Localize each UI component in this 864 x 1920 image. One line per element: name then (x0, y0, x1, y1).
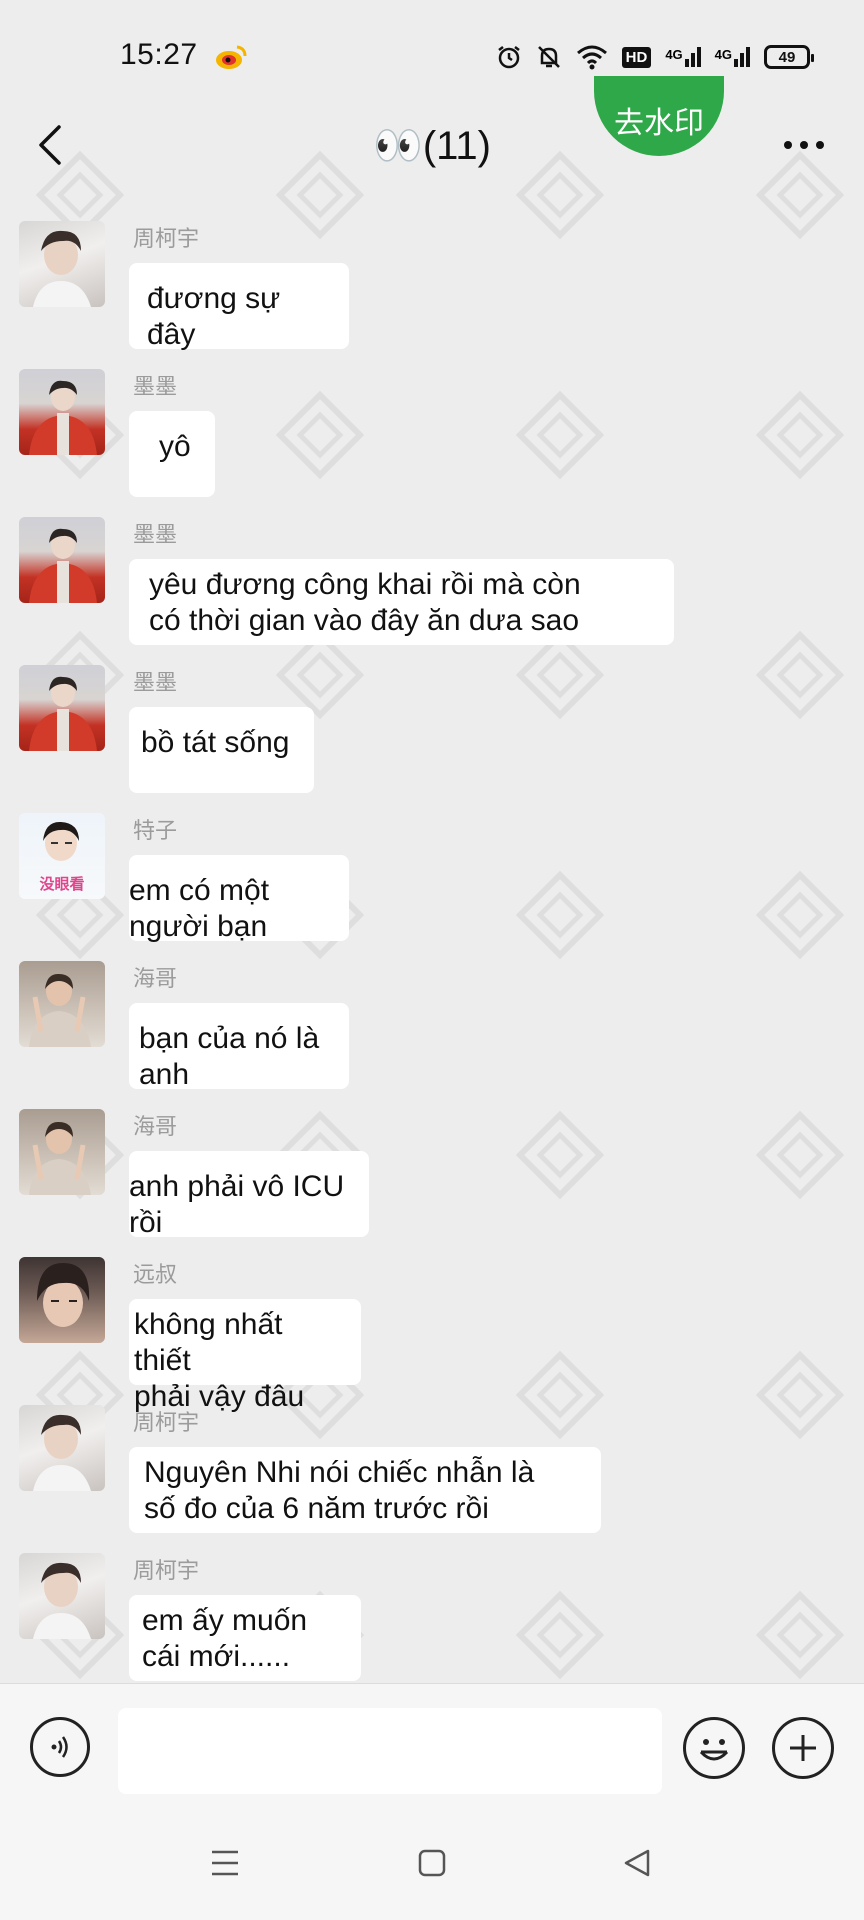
watermark-mark (275, 390, 365, 480)
watermark-mark (515, 870, 605, 960)
status-icons: HD 4G 4G 49 (496, 42, 814, 72)
weibo-icon (216, 45, 247, 69)
message-bubble[interactable]: anh phải vô ICU rồi (129, 1151, 369, 1239)
voice-icon (51, 1736, 68, 1758)
battery-icon: 49 (764, 45, 814, 69)
avatar[interactable] (19, 221, 105, 307)
message-bubble[interactable]: bạn của nó là anh (129, 1003, 349, 1091)
sender-name: 墨墨 (133, 374, 178, 399)
hd-badge: HD (621, 46, 652, 68)
message-bubble[interactable]: em có một người bạn (129, 855, 349, 943)
more-dots-icon (784, 141, 792, 149)
watermark-mark (755, 870, 845, 960)
avatar-caption: 没眼看 (39, 876, 85, 893)
signal-2: 4G (715, 47, 750, 67)
watermark-mark (515, 1110, 605, 1200)
sender-name: 海哥 (133, 1114, 178, 1139)
voice-button[interactable] (30, 1717, 90, 1777)
watermark-mark (515, 1590, 605, 1680)
message-bubble[interactable]: Nguyên Nhi nói chiếc nhẫn là số đo của 6… (129, 1447, 601, 1533)
avatar[interactable] (19, 517, 105, 603)
watermark-mark (755, 1110, 845, 1200)
nav-back-button[interactable] (617, 1843, 657, 1883)
chat-header: 👀(11) (0, 100, 864, 190)
menu-button[interactable] (205, 1843, 245, 1883)
sender-name: 墨墨 (133, 670, 178, 695)
sender-name: 海哥 (133, 966, 178, 991)
emoji-button[interactable] (683, 1717, 745, 1779)
network-label-2: 4G (714, 47, 732, 62)
menu-icon (212, 1850, 238, 1876)
avatar[interactable] (19, 1109, 105, 1195)
message-bubble[interactable]: không nhất thiết phải vậy đâu (129, 1299, 361, 1413)
watermark-mark (515, 1350, 605, 1440)
watermark-mark (755, 630, 845, 720)
message-bubble[interactable]: yô (129, 411, 215, 497)
status-bar: 15:27 HD 4G 4G 49 (0, 0, 864, 100)
watermark-mark (755, 1590, 845, 1680)
alarm-icon (497, 46, 520, 69)
plus-button[interactable] (772, 1717, 834, 1779)
avatar[interactable] (19, 1553, 105, 1639)
avatar[interactable] (19, 665, 105, 751)
more-button[interactable] (774, 120, 834, 170)
avatar[interactable] (19, 1257, 105, 1343)
message-bubble[interactable]: đương sự đây (129, 263, 349, 351)
wifi-icon (576, 45, 607, 70)
message-bubble[interactable]: em ấy muốn cái mới...... (129, 1595, 361, 1681)
sender-name: 周柯宇 (133, 226, 200, 251)
message-input[interactable] (118, 1708, 662, 1794)
home-square-icon (418, 1849, 446, 1877)
avatar[interactable] (19, 369, 105, 455)
system-nav-bar (0, 1813, 864, 1920)
message-bubble[interactable]: yêu đương công khai rồi mà còn có thời g… (129, 559, 674, 645)
network-label-1: 4G (665, 47, 683, 62)
watermark-mark (755, 1350, 845, 1440)
home-button[interactable] (412, 1843, 452, 1883)
input-bar (0, 1683, 864, 1814)
chat-title: 👀(11) (373, 124, 491, 168)
avatar[interactable] (19, 961, 105, 1047)
signal-1: 4G (665, 47, 701, 67)
avatar[interactable] (19, 1405, 105, 1491)
sender-name: 周柯宇 (133, 1558, 200, 1583)
watermark-mark (755, 390, 845, 480)
sender-name: 墨墨 (133, 522, 178, 547)
sender-name: 远叔 (133, 1262, 178, 1287)
plus-icon (790, 1735, 816, 1761)
back-triangle-icon (624, 1849, 650, 1877)
avatar[interactable]: 没眼看 (19, 813, 105, 899)
message-bubble[interactable]: bồ tát sống (129, 707, 314, 793)
sender-name: 周柯宇 (133, 1410, 200, 1435)
status-time: 15:27 (120, 38, 198, 71)
sender-name: 特子 (133, 818, 178, 843)
emoji-icon (699, 1739, 729, 1761)
watermark-mark (515, 390, 605, 480)
mute-bell-icon (537, 46, 560, 68)
